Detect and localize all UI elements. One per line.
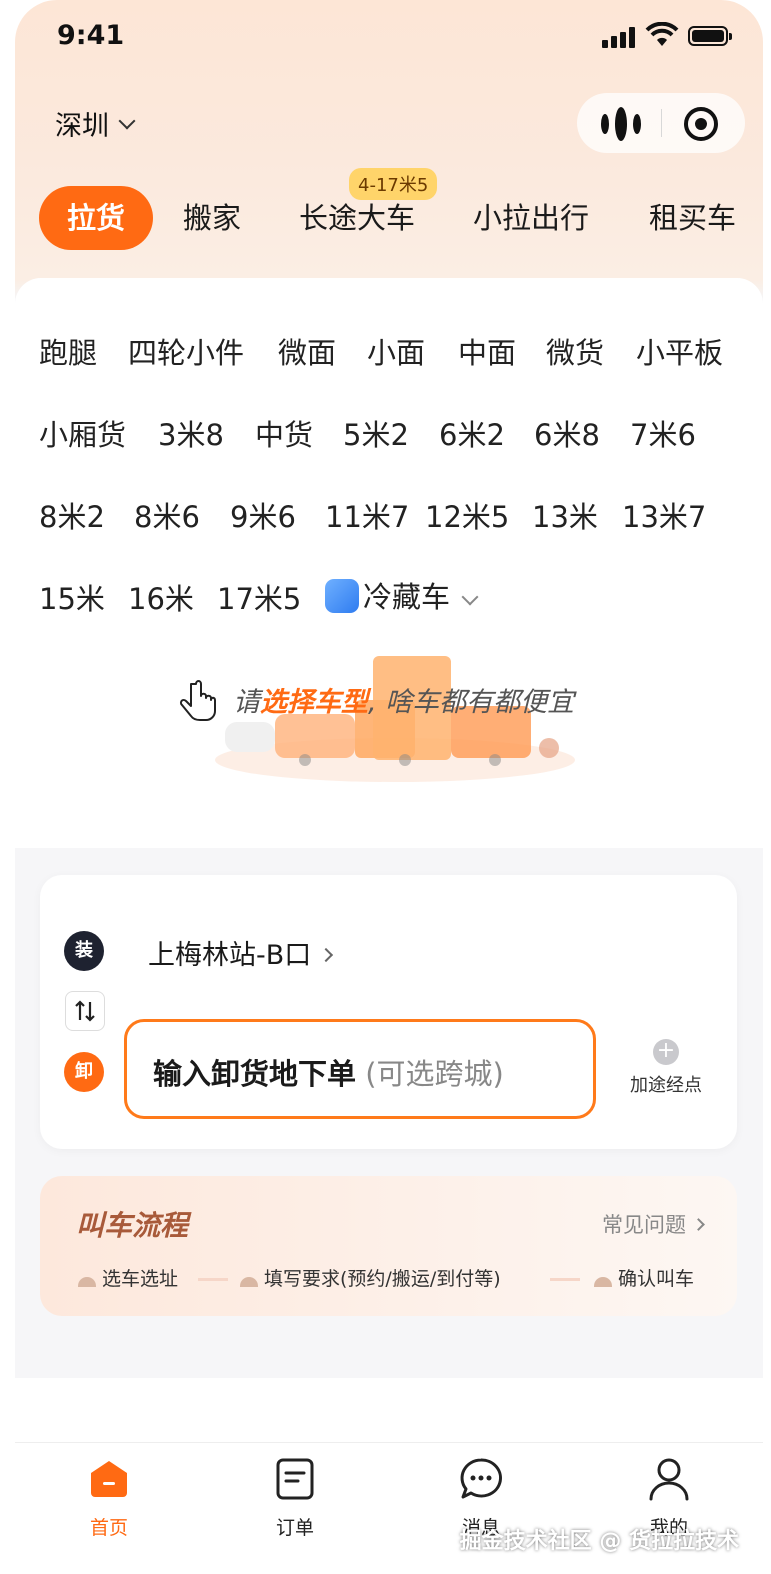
trucks-illustration [215, 656, 575, 782]
swap-icon[interactable] [65, 991, 105, 1031]
order-icon [276, 1458, 314, 1500]
dropoff-input[interactable]: 输入卸货地下单 (可选跨城) [124, 1019, 596, 1119]
vehicle-option[interactable]: 17米5 [217, 576, 301, 618]
vehicle-option[interactable]: 8米2 [39, 494, 105, 536]
wifi-icon [645, 22, 679, 46]
vehicle-option-cold[interactable]: 冷藏车 [325, 574, 479, 616]
tab-freight[interactable]: 拉货 [39, 186, 154, 250]
vehicle-option[interactable]: 小厢货 [39, 412, 126, 454]
tab-rent-buy[interactable]: 租买车 [649, 186, 736, 250]
order-flow-card: 叫车流程 常见问题 选车选址 填写要求(预约/搬运/到付等) 确认叫车 [40, 1176, 737, 1316]
battery-icon [688, 26, 732, 46]
cold-truck-label: 冷藏车 [363, 580, 451, 614]
dropoff-main: 输入卸货地下单 [153, 1057, 357, 1091]
address-card: 装 上梅林站-B口 卸 输入卸货地下单 (可选跨城) + 加途经点 [40, 875, 737, 1149]
vehicle-option[interactable]: 中货 [255, 412, 313, 454]
bottom-tab-bar: 首页 订单 消息 我的 掘金技术社区 @ 货拉拉技术 [15, 1442, 763, 1574]
profile-icon [649, 1458, 689, 1501]
flow-step: 填写要求(预约/搬运/到付等) [240, 1264, 501, 1291]
vehicle-option[interactable]: 3米8 [158, 412, 224, 454]
vehicle-option[interactable]: 5米2 [343, 412, 409, 454]
source-watermark: 掘金技术社区 @ 货拉拉技术 [459, 1529, 739, 1554]
close-target-icon[interactable] [683, 106, 719, 142]
vehicle-option[interactable]: 8米6 [134, 494, 200, 536]
pickup-address[interactable]: 上梅林站-B口 [148, 933, 334, 972]
add-waypoint-label: 加途经点 [630, 1075, 702, 1096]
vehicle-option[interactable]: 小平板 [636, 330, 723, 372]
city-selector[interactable]: 深圳 [55, 104, 136, 143]
chevron-down-icon [118, 112, 136, 129]
hint-prefix: 请 [233, 687, 260, 718]
add-waypoint-button[interactable]: + 加途经点 [626, 1039, 706, 1097]
load-pin: 装 [64, 931, 104, 971]
status-bar: 9:41 [15, 0, 763, 70]
pointer-hand-icon [179, 680, 216, 721]
vehicle-option[interactable]: 微货 [546, 330, 604, 372]
tab-orders[interactable]: 订单 [235, 1451, 355, 1540]
chevron-right-icon [692, 1218, 705, 1231]
tab-ride[interactable]: 小拉出行 [473, 186, 589, 250]
vehicle-option[interactable]: 12米5 [425, 494, 509, 536]
vehicle-option[interactable]: 四轮小件 [128, 330, 244, 372]
dropoff-placeholder: 输入卸货地下单 (可选跨城) [153, 1051, 504, 1093]
signal-icon [602, 26, 638, 48]
vehicle-option[interactable]: 15米 [39, 576, 105, 618]
long-haul-badge: 4-17米5 [349, 168, 438, 200]
vehicle-option[interactable]: 16米 [128, 576, 194, 618]
home-icon [91, 1461, 127, 1497]
flow-connector [550, 1278, 580, 1281]
city-label: 深圳 [55, 111, 109, 142]
flow-connector [198, 1278, 228, 1281]
vehicle-option[interactable]: 9米6 [230, 494, 296, 536]
plus-icon: + [653, 1039, 679, 1065]
tab-orders-label: 订单 [275, 1517, 314, 1539]
mini-program-capsule [577, 93, 745, 153]
tab-moving[interactable]: 搬家 [183, 186, 241, 250]
flow-step: 确认叫车 [594, 1264, 694, 1291]
vehicle-option[interactable]: 微面 [278, 330, 336, 372]
vehicle-option[interactable]: 13米 [532, 494, 598, 536]
unload-pin: 卸 [64, 1052, 104, 1092]
hint-suffix: , 啥车都有都便宜 [368, 687, 575, 718]
vehicle-option[interactable]: 中面 [458, 330, 516, 372]
faq-label: 常见问题 [602, 1213, 686, 1237]
flow-step: 选车选址 [78, 1264, 178, 1291]
chevron-right-icon [319, 947, 334, 963]
vehicle-option[interactable]: 7米6 [630, 412, 696, 454]
vehicle-option[interactable]: 6米8 [534, 412, 600, 454]
vehicle-hint: 请选择车型, 啥车都有都便宜 [233, 680, 574, 719]
dropoff-sub: (可选跨城) [356, 1057, 504, 1091]
tab-home[interactable]: 首页 [49, 1451, 169, 1540]
more-icon[interactable] [599, 107, 643, 141]
vehicle-option[interactable]: 13米7 [622, 494, 706, 536]
tab-home-label: 首页 [89, 1517, 128, 1539]
pickup-address-text: 上梅林站-B口 [148, 940, 312, 971]
chevron-down-icon [461, 588, 479, 606]
vehicle-option[interactable]: 小面 [367, 330, 425, 372]
hint-highlight: 选择车型 [260, 687, 368, 718]
status-time: 9:41 [57, 20, 125, 51]
message-icon [460, 1458, 502, 1499]
vehicle-option[interactable]: 跑腿 [39, 330, 97, 372]
phone-screen: 9:41 深圳 拉货 搬家 长途大车 小拉出行 租买车 4-17米5 跑腿 四轮… [15, 0, 763, 1574]
capsule-divider [661, 109, 662, 137]
vehicle-option[interactable]: 11米7 [325, 494, 409, 536]
flow-title: 叫车流程 [76, 1209, 189, 1242]
vehicle-option[interactable]: 6米2 [439, 412, 505, 454]
faq-link[interactable]: 常见问题 [602, 1209, 705, 1239]
cold-truck-icon [325, 579, 359, 613]
